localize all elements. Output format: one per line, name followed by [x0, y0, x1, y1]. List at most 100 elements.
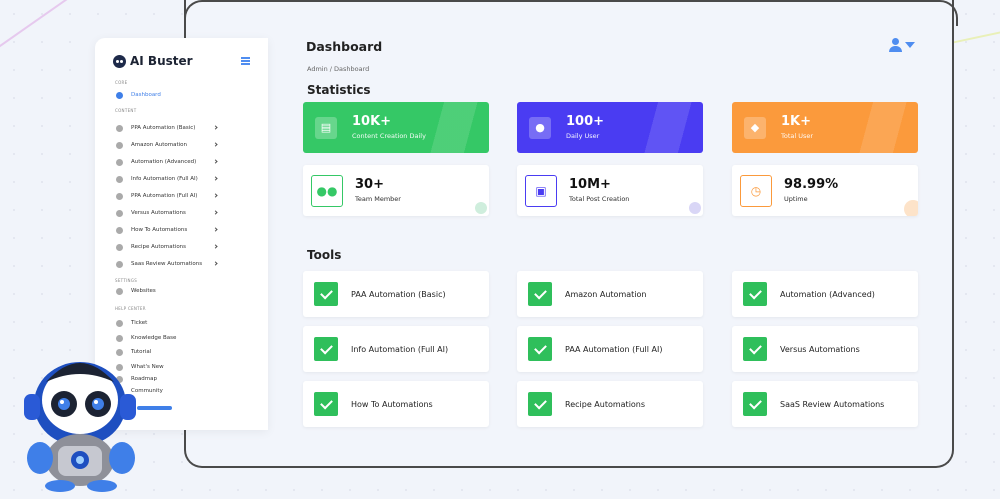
- robot-mascot-icon: [24, 362, 136, 492]
- user-icon: [889, 38, 903, 52]
- stat-card-total-user: ◆ 1K+ Total User: [732, 102, 918, 153]
- tool-label: Automation (Advanced): [780, 289, 875, 299]
- sidebar-item-label: Knowledge Base: [131, 335, 177, 341]
- sidebar-item-websites[interactable]: Websites: [116, 286, 256, 296]
- tools-title: Tools: [307, 248, 342, 262]
- stat-card-uptime: ◷ 98.99% Uptime: [732, 165, 918, 216]
- sidebar-item-label: PPA Automation (Basic): [131, 125, 196, 131]
- stat-value: 10K+: [352, 114, 392, 129]
- info-icon: [116, 175, 123, 183]
- section-label-content: CONTENT: [115, 108, 137, 113]
- clipboard-icon: ▣: [525, 174, 557, 207]
- sidebar-item-label: Info Automation (Full AI): [131, 176, 198, 182]
- question-icon: [116, 334, 123, 342]
- checkmark-icon: [743, 392, 767, 416]
- dashboard-icon: [116, 91, 123, 99]
- stat-label: Total User: [781, 132, 814, 140]
- sidebar-item-label: Websites: [131, 288, 156, 294]
- chevron-right-icon: [213, 159, 218, 164]
- section-label-core: CORE: [115, 80, 128, 85]
- sidebar-item-how-to[interactable]: How To Automations: [116, 225, 256, 235]
- tool-card-paa-full-ai[interactable]: PAA Automation (Full AI): [517, 326, 703, 372]
- tool-card-recipe[interactable]: Recipe Automations: [517, 381, 703, 427]
- globe-icon: [116, 287, 123, 295]
- checkmark-icon: [314, 337, 338, 361]
- card-sheen: [419, 102, 489, 153]
- document-icon: ▤: [315, 116, 337, 139]
- chevron-right-icon: [213, 193, 218, 198]
- tool-label: Versus Automations: [780, 344, 860, 354]
- decorative-blob-icon: [904, 200, 918, 216]
- sidebar-item-label: Versus Automations: [131, 210, 186, 216]
- card-sheen: [633, 102, 703, 153]
- decorative-blob-icon: [475, 202, 487, 214]
- sidebar-item-amazon[interactable]: Amazon Automation: [116, 140, 256, 150]
- sidebar-item-dashboard[interactable]: Dashboard: [116, 90, 256, 100]
- tool-card-info-full-ai[interactable]: Info Automation (Full AI): [303, 326, 489, 372]
- clock-icon: ◷: [740, 174, 772, 207]
- stat-card-team-member: ●● 30+ Team Member: [303, 165, 489, 216]
- sidebar-item-ticket[interactable]: Ticket: [116, 318, 256, 328]
- sidebar-item-label: Dashboard: [131, 92, 161, 98]
- tool-label: SaaS Review Automations: [780, 399, 885, 409]
- page-title: Dashboard: [306, 39, 383, 54]
- stat-label: Total Post Creation: [569, 195, 630, 203]
- section-label-help: HELP CENTER: [115, 306, 146, 311]
- stat-label: Daily User: [566, 132, 600, 140]
- document-icon: [116, 192, 123, 200]
- sidebar-item-label: Automation (Advanced): [131, 159, 197, 165]
- tool-card-paa-basic[interactable]: PAA Automation (Basic): [303, 271, 489, 317]
- checkmark-icon: [743, 337, 767, 361]
- chevron-right-icon: [213, 261, 218, 266]
- brand[interactable]: AI Buster: [113, 54, 193, 68]
- document-icon: [116, 124, 123, 132]
- checkmark-icon: [314, 282, 338, 306]
- stat-value: 98.99%: [784, 177, 839, 192]
- checkmark-icon: [528, 282, 552, 306]
- tool-card-versus[interactable]: Versus Automations: [732, 326, 918, 372]
- team-icon: ●●: [311, 174, 343, 207]
- tool-card-advanced[interactable]: Automation (Advanced): [732, 271, 918, 317]
- checkmark-icon: [314, 392, 338, 416]
- utensils-icon: [116, 243, 123, 251]
- user-menu[interactable]: [889, 38, 915, 52]
- sidebar-item-saas-review[interactable]: Saas Review Automations: [116, 259, 256, 269]
- sidebar-item-recipe[interactable]: Recipe Automations: [116, 242, 256, 252]
- stat-label: Team Member: [355, 195, 401, 203]
- stat-value: 100+: [566, 114, 605, 129]
- chevron-right-icon: [213, 125, 218, 130]
- tool-card-how-to[interactable]: How To Automations: [303, 381, 489, 427]
- tool-card-amazon[interactable]: Amazon Automation: [517, 271, 703, 317]
- sidebar-item-ppa-basic[interactable]: PPA Automation (Basic): [116, 123, 256, 133]
- chevron-right-icon: [213, 142, 218, 147]
- chevron-right-icon: [213, 244, 218, 249]
- sidebar-item-versus[interactable]: Versus Automations: [116, 208, 256, 218]
- cloud-icon: [116, 260, 123, 268]
- chevron-right-icon: [213, 227, 218, 232]
- stat-label: Uptime: [784, 195, 808, 203]
- stat-card-daily-user: ● 100+ Daily User: [517, 102, 703, 153]
- sidebar-item-label: Saas Review Automations: [131, 261, 203, 267]
- chevron-right-icon: [213, 176, 218, 181]
- question-icon: [116, 226, 123, 234]
- sidebar-item-info-full-ai[interactable]: Info Automation (Full AI): [116, 174, 256, 184]
- hamburger-menu-icon[interactable]: [241, 57, 250, 65]
- sidebar-item-advanced[interactable]: Automation (Advanced): [116, 157, 256, 167]
- checkmark-icon: [528, 337, 552, 361]
- stat-card-content-creation: ▤ 10K+ Content Creation Daily: [303, 102, 489, 153]
- ticket-icon: [116, 319, 123, 327]
- user-icon: [116, 141, 123, 149]
- breadcrumb: Admin / Dashboard: [307, 65, 370, 73]
- sidebar-item-label: PPA Automation (Full AI): [131, 193, 198, 199]
- tool-card-saas-review[interactable]: SaaS Review Automations: [732, 381, 918, 427]
- stat-value: 30+: [355, 177, 384, 192]
- stat-card-total-post: ▣ 10M+ Total Post Creation: [517, 165, 703, 216]
- tool-label: How To Automations: [351, 399, 433, 409]
- tool-label: PAA Automation (Full AI): [565, 344, 663, 354]
- statistics-title: Statistics: [307, 83, 371, 97]
- sidebar-item-label: Ticket: [131, 320, 148, 326]
- stat-value: 1K+: [781, 114, 812, 129]
- stat-value: 10M+: [569, 177, 611, 192]
- chevron-right-icon: [213, 210, 218, 215]
- sidebar-item-ppa-full-ai[interactable]: PPA Automation (Full AI): [116, 191, 256, 201]
